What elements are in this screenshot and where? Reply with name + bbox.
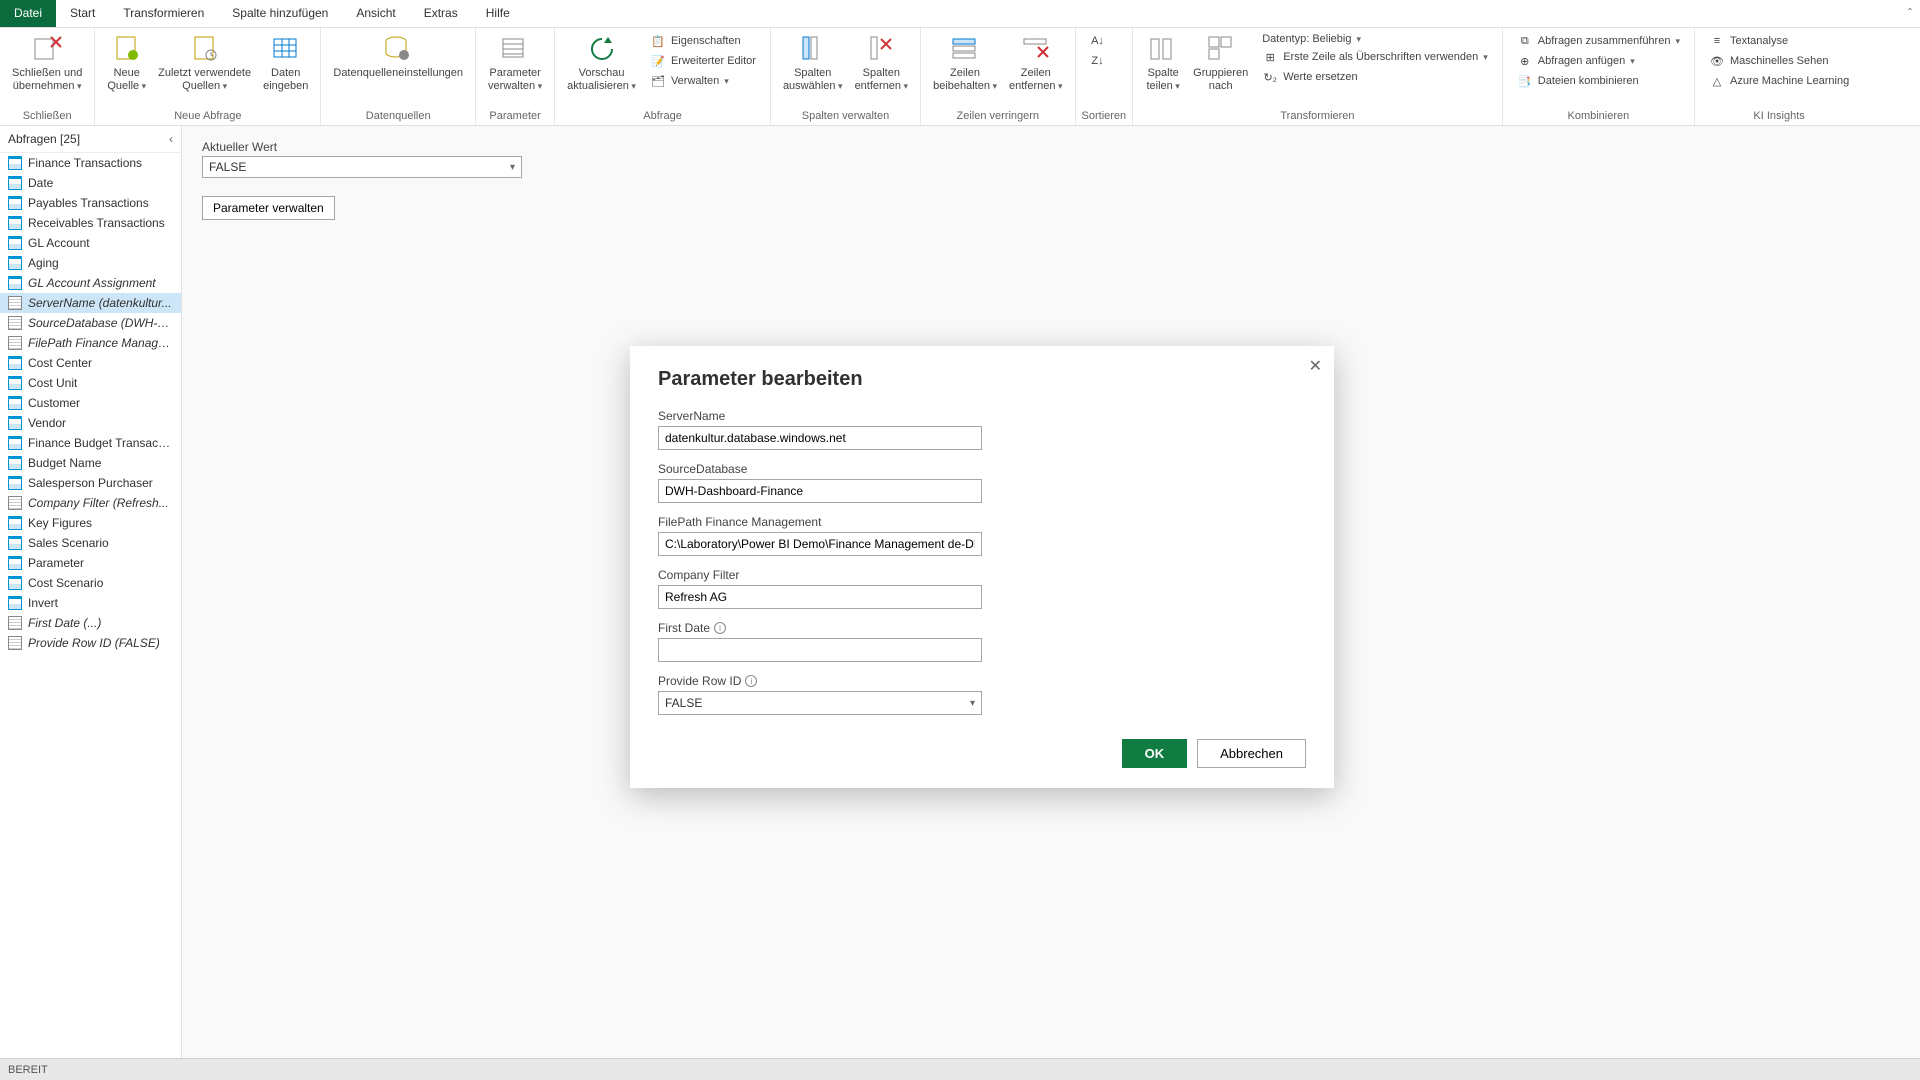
dialog-backdrop: ✕ Parameter bearbeiten ServerName Source… xyxy=(0,0,1920,1080)
sourcedb-input[interactable] xyxy=(658,479,982,503)
company-input[interactable] xyxy=(658,585,982,609)
edit-parameters-dialog: ✕ Parameter bearbeiten ServerName Source… xyxy=(630,346,1334,788)
sourcedb-label: SourceDatabase xyxy=(658,462,1306,476)
rowid-label: Provide Row ID xyxy=(658,674,741,688)
cancel-button[interactable]: Abbrechen xyxy=(1197,739,1306,768)
filepath-input[interactable] xyxy=(658,532,982,556)
servername-input[interactable] xyxy=(658,426,982,450)
dropdown-caret-icon: ▾ xyxy=(970,698,975,709)
dialog-close-button[interactable]: ✕ xyxy=(1309,356,1322,376)
dialog-title: Parameter bearbeiten xyxy=(658,368,1306,391)
firstdate-label: First Date xyxy=(658,621,710,635)
rowid-select[interactable]: FALSE ▾ xyxy=(658,691,982,715)
company-label: Company Filter xyxy=(658,568,1306,582)
info-icon[interactable]: i xyxy=(714,622,726,634)
filepath-label: FilePath Finance Management xyxy=(658,515,1306,529)
firstdate-input[interactable] xyxy=(658,638,982,662)
ok-button[interactable]: OK xyxy=(1122,739,1188,768)
servername-label: ServerName xyxy=(658,409,1306,423)
info-icon[interactable]: i xyxy=(745,675,757,687)
rowid-value: FALSE xyxy=(665,696,702,710)
